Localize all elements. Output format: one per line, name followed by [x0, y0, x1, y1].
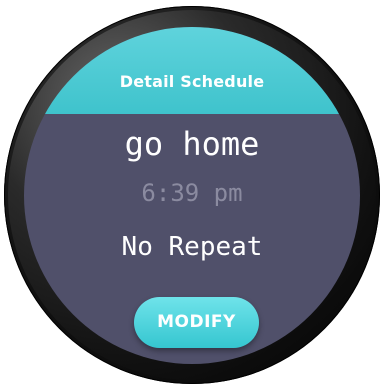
modify-button[interactable]: MODIFY	[134, 297, 259, 348]
schedule-name: go home	[124, 125, 260, 163]
schedule-repeat: No Repeat	[121, 232, 263, 262]
header-bar: Detail Schedule	[24, 27, 360, 114]
page-title: Detail Schedule	[119, 72, 265, 91]
watch-page: Detail Schedule go home 6:39 pm No Repea…	[0, 0, 380, 389]
schedule-time: 6:39 pm	[141, 179, 243, 207]
watch-screen: Detail Schedule go home 6:39 pm No Repea…	[24, 27, 360, 364]
